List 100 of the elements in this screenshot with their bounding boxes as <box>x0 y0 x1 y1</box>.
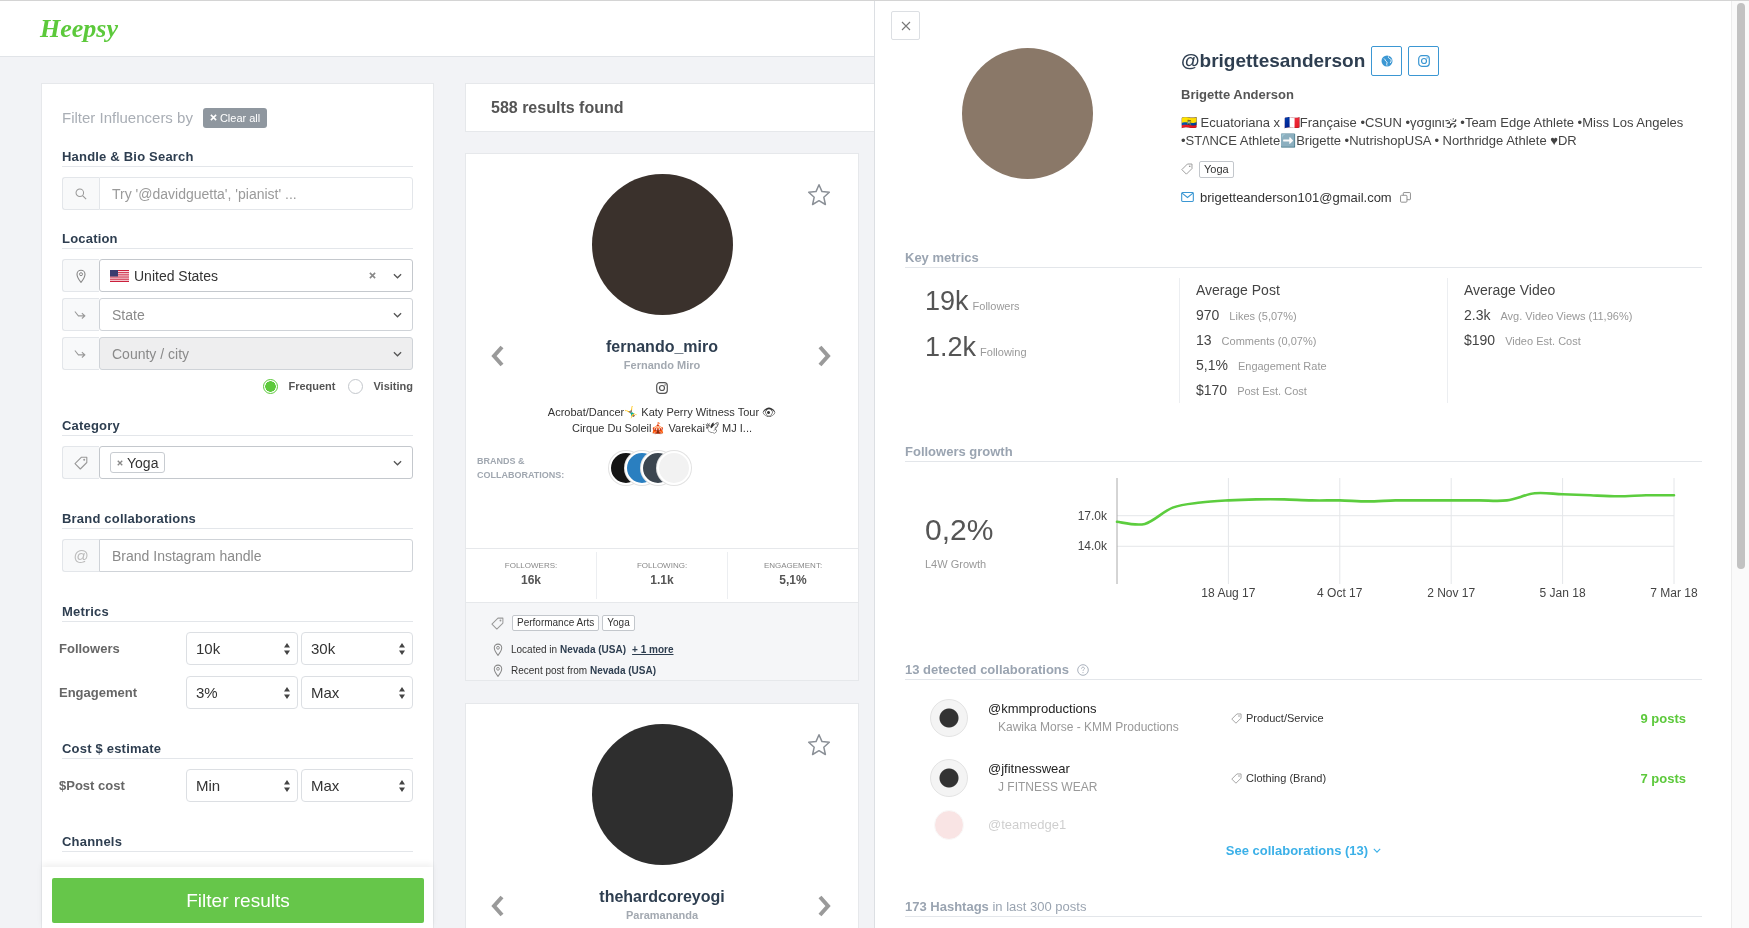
metric-label: Engagement <box>59 685 138 700</box>
post-count: 9 posts <box>1640 710 1686 726</box>
range-select[interactable]: 3% <box>186 676 298 709</box>
growth-label: L4W Growth <box>925 557 988 571</box>
category-chip[interactable]: Yoga <box>110 452 166 473</box>
mail-icon <box>1181 192 1194 202</box>
metric-value: 5,1% <box>1196 356 1228 375</box>
collaborator-handle[interactable]: @kmmproductions <box>988 700 1231 718</box>
chevron-left-icon[interactable] <box>491 345 505 367</box>
chevron-left-icon[interactable] <box>491 895 505 917</box>
axis-label: 17.0k <box>1077 508 1107 523</box>
instagram-icon <box>656 382 668 394</box>
axis-label: 7 Mar 18 <box>1650 586 1698 600</box>
influencer-card[interactable]: thehardcoreyogi Paramananda <box>465 703 859 928</box>
tag-icon <box>1181 163 1193 175</box>
x-icon <box>117 459 123 466</box>
tag-chip: Yoga <box>1199 160 1234 178</box>
collaborator-category: Clothing (Brand) <box>1246 772 1327 784</box>
close-button[interactable] <box>891 11 920 40</box>
section-heading: Key metrics <box>905 250 1702 268</box>
radio-icon[interactable] <box>263 378 279 394</box>
axis-label: 5 Jan 18 <box>1539 586 1586 600</box>
range-select[interactable]: Max <box>301 676 413 709</box>
help-icon[interactable] <box>1077 663 1089 676</box>
more-locations-link[interactable]: + 1 more <box>632 643 674 655</box>
influencer-handle[interactable]: fernando_miro <box>606 337 718 357</box>
metric-label: Following <box>980 346 1027 358</box>
stat-value: 5,1% <box>779 573 807 588</box>
post-count: 7 posts <box>1640 770 1686 786</box>
section-heading: Handle & Bio Search <box>62 149 413 167</box>
chevron-right-icon[interactable] <box>817 895 831 917</box>
influencer-card[interactable] <box>465 153 859 681</box>
tag-icon <box>74 455 88 470</box>
collaborator-handle[interactable]: @jfitnesswear <box>988 760 1231 778</box>
range-select[interactable]: Min <box>186 769 298 802</box>
stat-label: ENGAGEMENT: <box>763 561 823 571</box>
profile-bio: 🇪🇨 Ecuatoriana x 🇫🇷Française •CSUN •γσgιnι🕉 •Team Edge Athlete •Miss Los Angeles •ST/\NCE Athlete➡Brigette •NutrishopUSA • Northridge Athlete ♥DR <box>1181 114 1685 150</box>
location-text: Located in Nevada (USA) <box>511 643 627 655</box>
influencer-handle[interactable]: thehardcoreyogi <box>599 887 725 907</box>
section-heading: Brand collaborations <box>62 511 413 529</box>
stat-label: FOLLOWING: <box>636 561 688 571</box>
instagram-button[interactable] <box>1408 46 1440 76</box>
section-heading: 13 detected collaborations <box>905 662 1069 677</box>
metric-label: Followers <box>59 641 121 656</box>
chevron-down-icon <box>393 311 402 318</box>
influencer-name: Fernando Miro <box>623 358 701 372</box>
metric-value: 970 <box>1196 306 1220 325</box>
tag-icon <box>1231 772 1242 784</box>
collaborator-name: J FITNESS WEAR <box>998 779 1099 796</box>
radio-icon[interactable] <box>348 378 364 394</box>
influencer-bio: Acrobat/Dancer🤸‍♂ Katy Perry Witness Tour 👁 Cirque Du Soleil🎪 Varekai🕊 MJ I... <box>546 405 778 436</box>
location-mode-option[interactable]: Frequent <box>263 378 336 394</box>
location-mode-option[interactable]: Visiting <box>348 378 413 394</box>
email-address: brigetteanderson101@gmail.com <box>1200 189 1392 205</box>
star-icon[interactable] <box>807 183 831 207</box>
range-select[interactable]: 30k <box>301 632 413 665</box>
location-pin-icon <box>493 642 503 656</box>
section-heading: Location <box>62 231 413 249</box>
copy-icon[interactable] <box>1399 191 1411 203</box>
instagram-icon <box>1417 55 1430 67</box>
section-heading: Channels <box>62 834 413 852</box>
axis-label: 18 Aug 17 <box>1201 586 1256 600</box>
collaborator-category: Product/Service <box>1246 712 1324 724</box>
metric-value: 1.2k <box>925 332 977 362</box>
metric-value: 13 <box>1196 331 1212 350</box>
profile-name: Brigette Anderson <box>1181 86 1295 104</box>
axis-label: 4 Oct 17 <box>1317 586 1363 600</box>
turn-arrow-icon <box>74 308 88 321</box>
scrollbar-thumb[interactable] <box>1736 3 1745 569</box>
collaborator-name: Kawika Morse - KMM Productions <box>998 719 1180 736</box>
section-heading: Cost $ estimate <box>62 741 413 759</box>
metric-label: Post Est. Cost <box>1237 384 1307 399</box>
growth-value: 0,2% <box>925 513 995 547</box>
turn-arrow-icon <box>74 347 88 360</box>
up-down-arrows-icon <box>284 686 290 699</box>
axis-label: 14.0k <box>1077 539 1107 554</box>
metric-group-title: Average Video <box>1464 281 1557 299</box>
section-heading: Metrics <box>62 604 413 622</box>
range-select[interactable]: Max <box>301 769 413 802</box>
range-select[interactable]: 10k <box>186 632 298 665</box>
star-icon[interactable] <box>807 733 831 757</box>
section-heading: Category <box>62 418 413 436</box>
x-icon <box>209 114 217 121</box>
metric-label: $Post cost <box>59 778 126 793</box>
recent-post-text: Recent post from Nevada (USA) <box>511 664 657 676</box>
up-down-arrows-icon <box>284 642 290 655</box>
metric-label: Video Est. Cost <box>1505 334 1581 349</box>
metric-group-title: Average Post <box>1196 281 1281 299</box>
flag-icon <box>110 269 129 282</box>
metric-label: Likes (5,07%) <box>1229 309 1297 324</box>
brand-logo <box>930 699 968 737</box>
brands-label: BRANDS & COLLABORATIONS: <box>477 455 566 482</box>
axis-label: 2 Nov 17 <box>1427 586 1476 600</box>
results-count: 588 results found <box>491 98 624 117</box>
metric-value: $170 <box>1196 381 1228 400</box>
chevron-down-icon <box>1373 847 1382 853</box>
website-button[interactable] <box>1371 46 1403 76</box>
stat-value: 1.1k <box>650 573 674 588</box>
x-icon <box>369 272 376 279</box>
chevron-right-icon[interactable] <box>817 345 831 367</box>
